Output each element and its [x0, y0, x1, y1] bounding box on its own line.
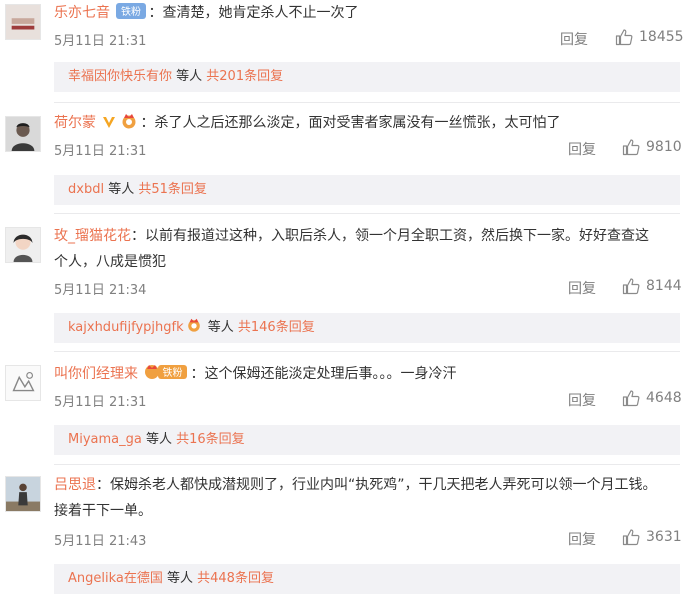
avatar[interactable]: [5, 4, 41, 40]
like-button[interactable]: 9810: [622, 138, 682, 156]
reply-user-link[interactable]: Angelika在德国: [68, 571, 163, 586]
comment-text-line: 吕思退：保姆杀老人都快成潜规则了，行业内叫“执死鸡”，干几天把老人弄死可以领一个…: [54, 472, 680, 498]
thumbs-up-icon: [622, 139, 640, 156]
reply-summary[interactable]: dxbdl 等人 共51条回复: [54, 175, 680, 205]
avatar[interactable]: [5, 227, 41, 263]
reply-summary[interactable]: 幸福因你快乐有你 等人 共201条回复: [54, 62, 680, 92]
fan-crown-icon: [186, 317, 202, 333]
reply-summary[interactable]: Miyama_ga 等人 共16条回复: [54, 425, 680, 455]
like-button[interactable]: 3631: [622, 528, 682, 546]
divider: [54, 464, 680, 465]
username-link[interactable]: 乐亦七音: [54, 5, 110, 21]
comment-content: ：以前有报道过这种，入职后杀人，领一个月全职工资，然后换下一家。好好查查这: [131, 228, 649, 244]
reply-button[interactable]: 回复: [568, 529, 596, 549]
reply-summary[interactable]: kajxhdufijfypjhgfk 等人 共146条回复: [54, 313, 680, 343]
username-link[interactable]: 荷尔蒙: [54, 115, 96, 131]
reply-summary-text: 等人: [104, 182, 139, 197]
comment-text-line: 玫_瑠猫花花：以前有报道过这种，入职后杀人，领一个月全职工资，然后换下一家。好好…: [54, 223, 680, 249]
comment-content: ：保姆杀老人都快成潜规则了，行业内叫“执死鸡”，干几天把老人弄死可以领一个月工钱…: [96, 477, 657, 493]
username-link[interactable]: 玫_瑠猫花花: [54, 228, 131, 244]
like-button[interactable]: 8144: [622, 277, 682, 295]
username-link[interactable]: 叫你们经理来: [54, 366, 138, 382]
comment-content: ：杀了人之后还那么淡定，面对受害者家属没有一丝慌张，太可怕了: [140, 115, 561, 131]
reply-user-link[interactable]: Miyama_ga: [68, 432, 142, 447]
fan-badge-icon: 铁粉: [116, 3, 147, 19]
thumbs-up-icon: [622, 390, 640, 407]
comment-content: ：这个保姆还能淡定处理后事。。。一身冷汗: [190, 366, 457, 382]
comment-content: ：查清楚，她肯定杀人不止一次了: [148, 5, 359, 21]
comment-text-line: 个人，八成是惯犯: [54, 254, 166, 270]
reply-user-link[interactable]: 幸福因你快乐有你: [68, 69, 172, 84]
avatar[interactable]: [5, 476, 41, 512]
reply-button[interactable]: 回复: [568, 139, 596, 159]
reply-count-link[interactable]: 共448条回复: [197, 571, 274, 586]
comment-timestamp: 5月11日 21:43: [54, 534, 147, 549]
reply-summary-text: 等人: [172, 69, 207, 84]
comment-timestamp: 5月11日 21:34: [54, 283, 147, 298]
divider: [54, 102, 680, 103]
reply-summary-text: 等人: [162, 571, 198, 586]
reply-user-link[interactable]: dxbdl: [68, 182, 104, 197]
fan-badge-icon: 铁粉: [144, 364, 188, 380]
reply-summary[interactable]: Angelika在德国 等人 共448条回复: [54, 564, 680, 594]
thumbs-up-icon: [615, 29, 633, 46]
reply-summary-text: 等人: [203, 320, 238, 335]
reply-button[interactable]: 回复: [560, 29, 588, 49]
divider: [54, 213, 680, 214]
like-count: 8144: [646, 278, 682, 294]
comment-item: 叫你们经理来 铁粉 ：这个保姆还能淡定处理后事。。。一身冷汗 5月11日 21:…: [0, 361, 690, 456]
comment-item: 乐亦七音 铁粉 ：查清楚，她肯定杀人不止一次了 5月11日 21:31 回复 1…: [0, 0, 690, 92]
like-button[interactable]: 4648: [622, 389, 682, 407]
comment-text-line: 荷尔蒙 ：杀了人之后还那么淡定，面对受害者家属没有一丝慌张，太可怕了: [54, 110, 680, 136]
like-count: 18455: [639, 29, 684, 45]
reply-count-link[interactable]: 共16条回复: [176, 432, 245, 447]
comment-timestamp: 5月11日 21:31: [54, 395, 147, 410]
reply-user-link[interactable]: kajxhdufijfypjhgfk: [68, 320, 184, 335]
reply-count-link[interactable]: 共51条回复: [138, 182, 207, 197]
comment-timestamp: 5月11日 21:31: [54, 34, 147, 49]
comment-text-line: 乐亦七音 铁粉 ：查清楚，她肯定杀人不止一次了: [54, 0, 680, 26]
reply-button[interactable]: 回复: [568, 390, 596, 410]
comment-text-line: 接着干下一单。: [54, 503, 152, 519]
comment-text-line: 叫你们经理来 铁粉 ：这个保姆还能淡定处理后事。。。一身冷汗: [54, 361, 680, 387]
like-button[interactable]: 18455: [615, 28, 684, 46]
comment-timestamp: 5月11日 21:31: [54, 144, 147, 159]
avatar[interactable]: [5, 116, 41, 152]
comment-item: 吕思退：保姆杀老人都快成潜规则了，行业内叫“执死鸡”，干几天把老人弄死可以领一个…: [0, 472, 690, 600]
like-count: 4648: [646, 390, 682, 406]
reply-button[interactable]: 回复: [568, 278, 596, 298]
divider: [54, 351, 680, 352]
comment-item: 玫_瑠猫花花：以前有报道过这种，入职后杀人，领一个月全职工资，然后换下一家。好好…: [0, 223, 690, 343]
thumbs-up-icon: [622, 278, 640, 295]
like-count: 9810: [646, 139, 682, 155]
comment-item: 荷尔蒙 ：杀了人之后还那么淡定，面对受害者家属没有一丝慌张，太可怕了 5月11日…: [0, 110, 690, 205]
fan-crown-icon: [120, 113, 138, 129]
badge-label: 铁粉: [121, 5, 141, 18]
username-link[interactable]: 吕思退: [54, 477, 96, 493]
thumbs-up-icon: [622, 529, 640, 546]
reply-summary-text: 等人: [141, 432, 177, 447]
reply-count-link[interactable]: 共146条回复: [238, 320, 315, 335]
reply-count-link[interactable]: 共201条回复: [206, 69, 283, 84]
v-verified-icon: [102, 115, 116, 129]
badge-label: 铁粉: [163, 366, 183, 379]
avatar[interactable]: [5, 365, 41, 401]
like-count: 3631: [646, 529, 682, 545]
